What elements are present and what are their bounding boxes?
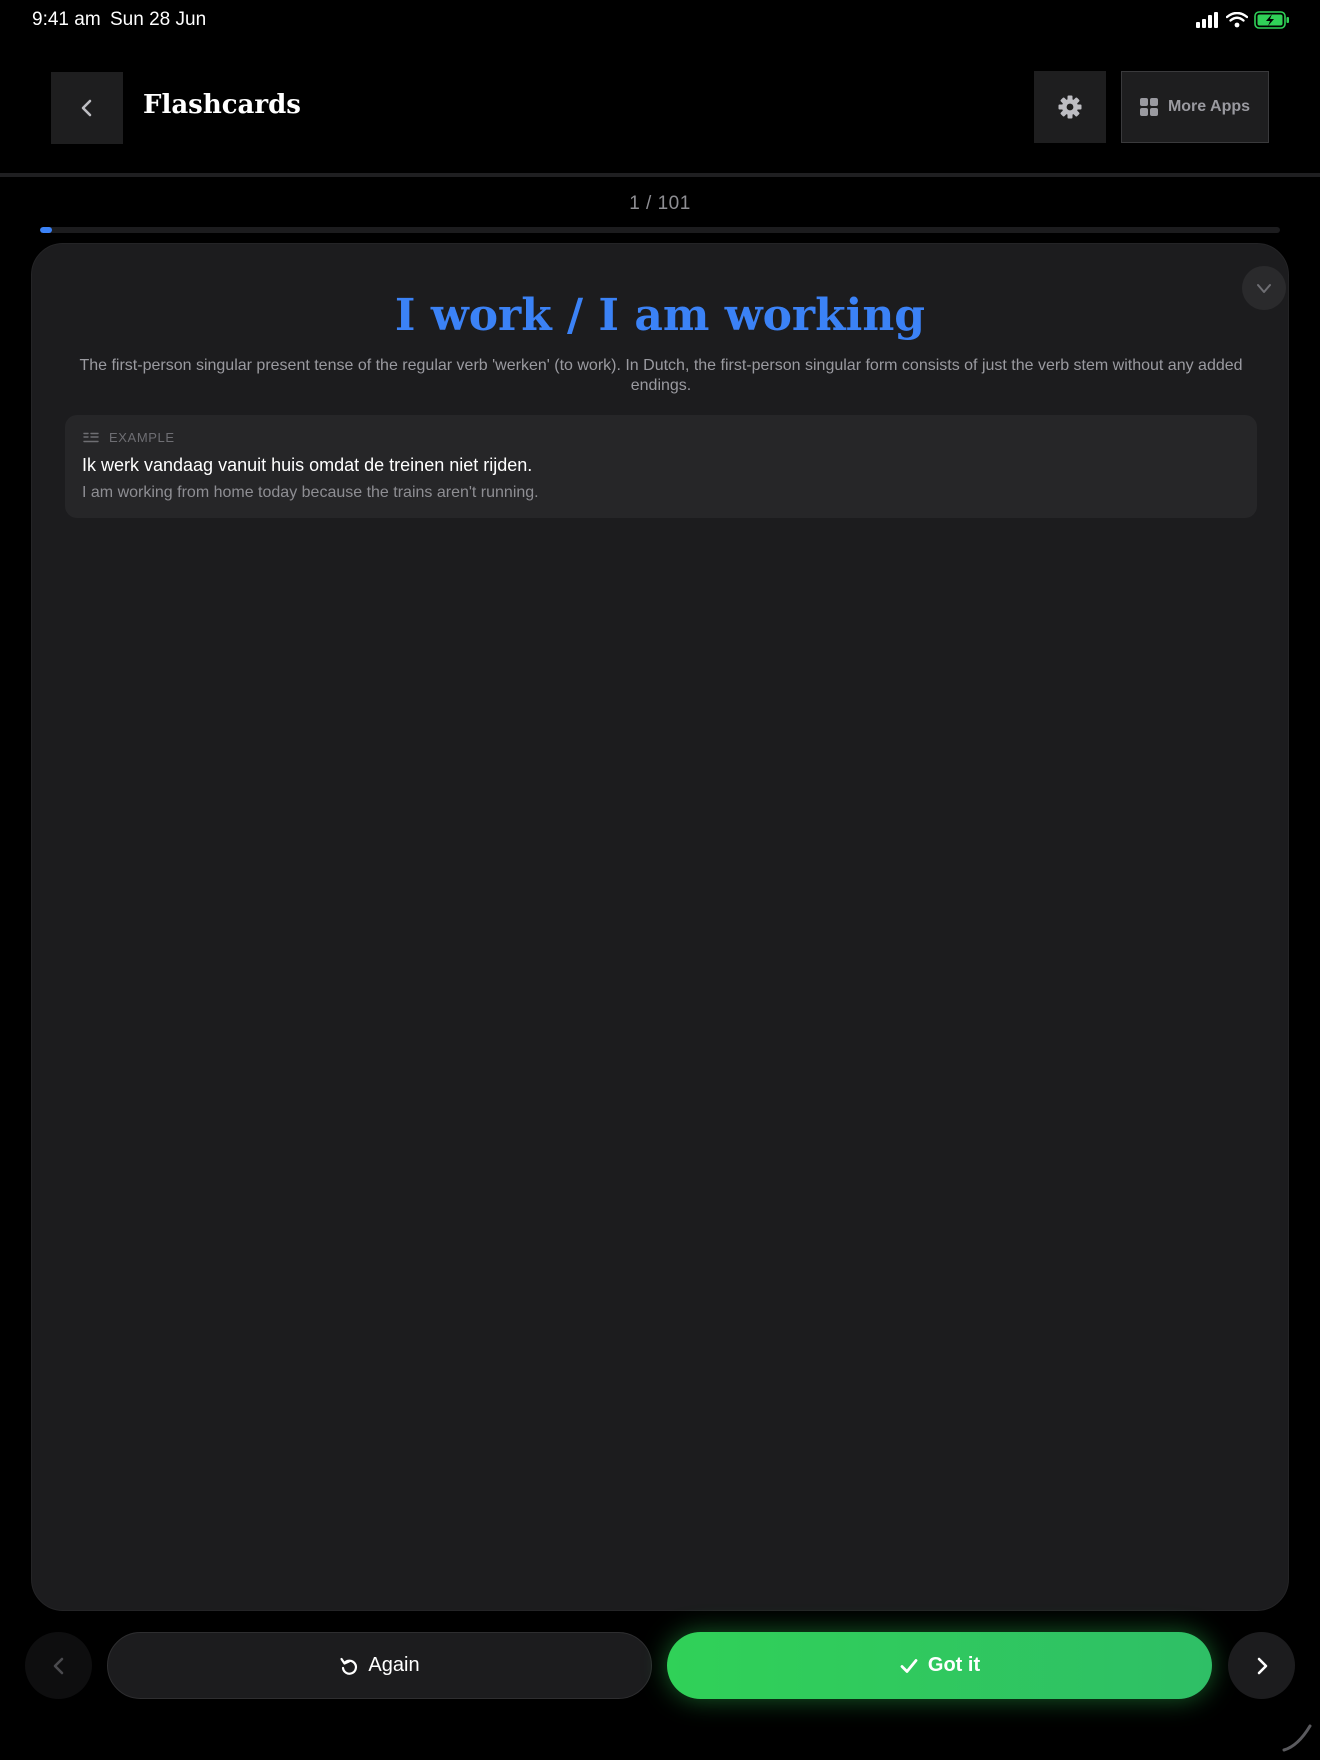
back-button[interactable] [51,72,123,144]
status-date: Sun 28 Jun [110,9,207,30]
header-divider [0,173,1320,177]
status-time: 9:41 am [32,9,101,30]
previous-card-button[interactable] [25,1632,92,1699]
more-apps-label: More Apps [1167,98,1251,115]
settings-button[interactable] [1034,71,1106,143]
status-icons [1196,11,1290,29]
flashcard[interactable]: I work / I am working The first-person s… [31,243,1289,1611]
status-bar: 9:41 am Sun 28 Jun [0,0,1320,42]
card-description: The first-person singular present tense … [79,357,1243,394]
rotate-ccw-icon [340,1657,358,1675]
example-box: EXAMPLE Ik werk vandaag vanuit huis omda… [65,415,1257,518]
battery-charging-icon [1254,11,1289,29]
chevron-left-icon [81,99,92,117]
example-sentence: Ik werk vandaag vanuit huis omdat de tre… [82,455,533,475]
example-header: EXAMPLE [83,430,175,445]
app-header: Flashcards More Apps [0,42,1320,174]
again-button[interactable]: Again [107,1632,652,1699]
cellular-signal-icon [1196,12,1218,28]
example-translation: I am working from home today because the… [82,484,539,501]
chevron-left-icon [53,1657,63,1674]
example-label: EXAMPLE [109,430,175,445]
flashcards-screen: 9:41 am Sun 28 Jun Flashcards More Apps … [0,0,1320,1760]
progress-bar [40,227,1280,233]
gear-icon [1058,95,1082,119]
again-label: Again [368,1654,420,1676]
got-it-label: Got it [927,1654,981,1676]
home-indicator-handle [1282,1724,1312,1752]
more-apps-button[interactable]: More Apps [1121,71,1269,143]
card-title: I work / I am working [394,290,926,341]
next-card-button[interactable] [1228,1632,1295,1699]
page-title: Flashcards [143,90,301,120]
checkmark-icon [900,1658,918,1673]
grid-icon [1139,98,1158,116]
progress-bar-fill [40,227,53,233]
text-lines-icon [83,432,99,442]
wifi-icon [1226,12,1248,28]
progress-counter: 1 / 101 [629,193,691,214]
got-it-button[interactable]: Got it [667,1632,1212,1699]
chevron-right-icon [1257,1657,1267,1674]
